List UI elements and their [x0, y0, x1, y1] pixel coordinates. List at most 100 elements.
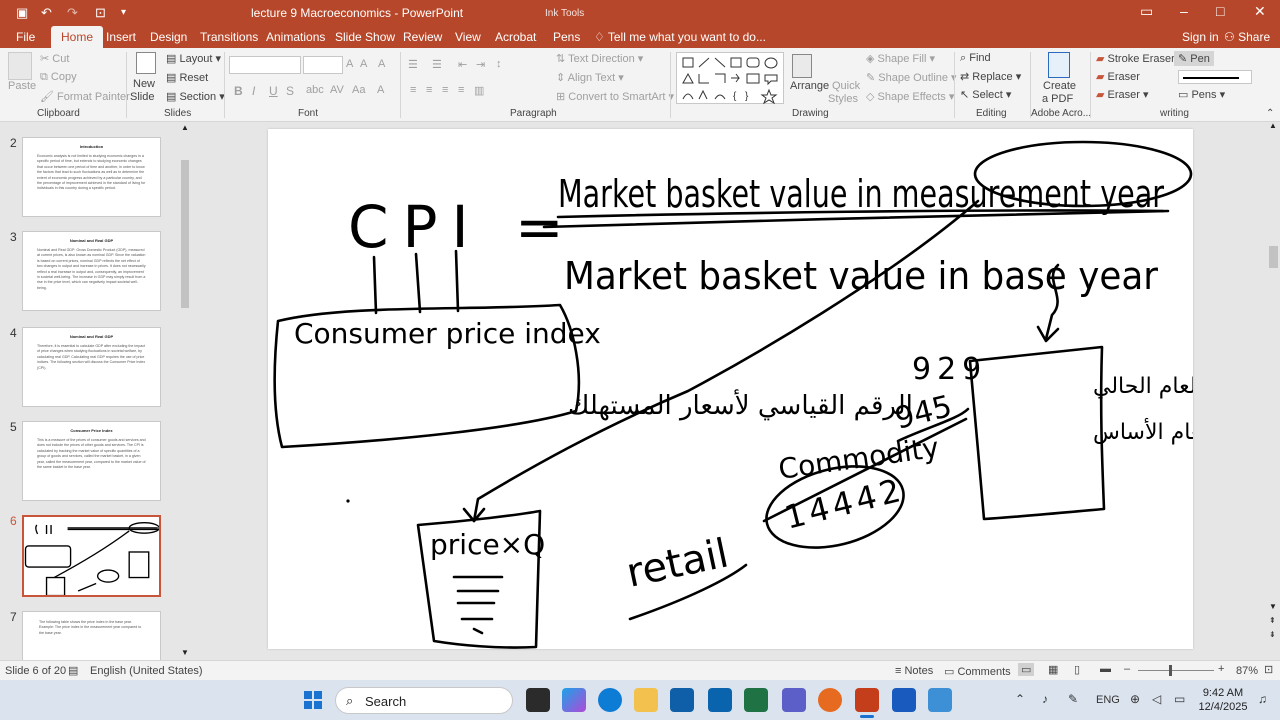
thumbnail-scrollbar[interactable]: ▲ ▼: [179, 123, 191, 660]
customize-toolbar-icon[interactable]: ▾: [121, 4, 126, 22]
tab-home[interactable]: Home: [51, 26, 104, 48]
input-language[interactable]: ENG: [1096, 694, 1120, 706]
slide-thumbnail-2[interactable]: Introduction Economic analysis is not li…: [22, 137, 161, 217]
paste-button[interactable]: Paste: [8, 80, 36, 92]
bullets-icon[interactable]: ☰: [408, 58, 418, 71]
zoom-slider-thumb[interactable]: [1169, 665, 1172, 676]
notification-bell-icon[interactable]: ♫: [1258, 692, 1267, 706]
eraser-button[interactable]: ▰ Eraser: [1096, 70, 1140, 83]
taskbar-search[interactable]: ⌕ Search: [335, 687, 513, 714]
quick-styles-button-2[interactable]: Styles: [828, 93, 858, 105]
next-slide-icon[interactable]: ⇟: [1269, 630, 1276, 639]
find-button[interactable]: ⌕ Find: [960, 52, 991, 65]
tab-acrobat[interactable]: Acrobat: [495, 30, 536, 44]
show-hidden-icons[interactable]: ⌃: [1015, 692, 1025, 706]
char-spacing-icon[interactable]: AV: [330, 84, 344, 96]
editor-scrollbar[interactable]: ▲ ▼ ⇞ ⇟: [1267, 121, 1280, 660]
pen-button[interactable]: ✎ Pen: [1174, 51, 1214, 66]
normal-view-icon[interactable]: ▭: [1018, 663, 1035, 676]
increase-indent-icon[interactable]: ⇥: [476, 58, 485, 71]
tab-slide-show[interactable]: Slide Show: [335, 30, 395, 44]
pen-thickness-select[interactable]: [1178, 70, 1252, 84]
ink-layer[interactable]: CPI = Market basket value in measurement…: [268, 129, 1214, 649]
share-button[interactable]: ⚇ Share: [1224, 30, 1270, 44]
slide-thumbnail-3[interactable]: Nominal and Real GDP Nominal and Real GD…: [22, 231, 161, 311]
close-icon[interactable]: ✕: [1254, 3, 1266, 20]
arrange-icon[interactable]: [792, 54, 812, 78]
outlook-icon[interactable]: [708, 688, 732, 712]
shape-fill-button[interactable]: ◈ Shape Fill ▾: [866, 52, 935, 65]
tab-view[interactable]: View: [455, 30, 481, 44]
fit-slide-icon[interactable]: ⊡: [1264, 663, 1273, 676]
scroll-up-icon[interactable]: ▲: [1269, 121, 1277, 130]
slide-sorter-icon[interactable]: ▦: [1048, 663, 1058, 676]
system-clock[interactable]: 9:42 AM 12/4/2025: [1196, 686, 1250, 714]
language-indicator[interactable]: English (United States): [90, 665, 203, 677]
prev-slide-icon[interactable]: ⇞: [1269, 616, 1276, 625]
create-pdf-icon[interactable]: [1048, 52, 1070, 78]
new-slide-button-2[interactable]: Slide: [130, 91, 154, 103]
align-center-icon[interactable]: ≡: [426, 84, 432, 96]
scroll-thumb[interactable]: [1269, 246, 1278, 268]
clear-formatting-icon[interactable]: A: [378, 58, 385, 70]
decrease-indent-icon[interactable]: ⇤: [458, 58, 467, 71]
format-painter-button[interactable]: 🖌 Format Painter: [40, 90, 130, 103]
spellcheck-icon[interactable]: ▤: [68, 664, 78, 677]
tell-me-search[interactable]: ♢ Tell me what you want to do...: [594, 30, 766, 44]
columns-icon[interactable]: ▥: [474, 84, 484, 97]
slide-thumbnail-4[interactable]: Nominal and Real GDP Therefore, it is es…: [22, 327, 161, 407]
underline-button[interactable]: U: [269, 84, 278, 98]
new-slide-icon[interactable]: [136, 52, 156, 74]
scroll-down-icon[interactable]: ▼: [181, 648, 189, 657]
font-color-icon[interactable]: A: [377, 84, 384, 96]
slide-thumbnail-5[interactable]: Consumer Price Index This is a measure o…: [22, 421, 161, 501]
strikethrough-icon[interactable]: abc: [306, 84, 324, 96]
shape-effects-button[interactable]: ◇ Shape Effects ▾: [866, 90, 954, 103]
file-explorer-icon[interactable]: [634, 688, 658, 712]
zoom-slider[interactable]: [1138, 665, 1214, 676]
slide-thumbnail-7[interactable]: The following table shows the price inde…: [22, 611, 161, 661]
save-icon[interactable]: ▣: [16, 4, 28, 22]
tab-file[interactable]: File: [16, 30, 35, 44]
copilot-icon[interactable]: [562, 688, 586, 712]
windows-start-icon[interactable]: [303, 690, 323, 710]
volume-icon[interactable]: ◁: [1152, 692, 1161, 706]
task-view-icon[interactable]: [526, 688, 550, 712]
microphone-icon[interactable]: ♪: [1042, 692, 1048, 706]
select-button[interactable]: ↖ Select ▾: [960, 88, 1011, 101]
comments-button[interactable]: ▭ Comments: [944, 665, 1011, 678]
scroll-down-icon[interactable]: ▼: [1269, 602, 1277, 611]
firefox-icon[interactable]: [818, 688, 842, 712]
text-direction-button[interactable]: ⇅ Text Direction ▾: [556, 52, 643, 65]
excel-icon[interactable]: [744, 688, 768, 712]
scroll-up-icon[interactable]: ▲: [181, 123, 189, 132]
maximize-icon[interactable]: □: [1216, 3, 1224, 19]
copy-button[interactable]: ⧉ Copy: [40, 71, 77, 84]
replace-button[interactable]: ⇄ Replace ▾: [960, 70, 1021, 83]
shape-outline-button[interactable]: ✎ Shape Outline ▾: [866, 71, 957, 84]
convert-smartart-button[interactable]: ⊞ Convert to SmartArt ▾: [556, 90, 674, 103]
sign-in-link[interactable]: Sign in: [1182, 30, 1219, 44]
store-icon[interactable]: [670, 688, 694, 712]
justify-icon[interactable]: ≡: [458, 84, 464, 96]
powerpoint-icon[interactable]: [855, 688, 879, 712]
eraser-menu-button[interactable]: ▰ Eraser ▾: [1096, 88, 1149, 101]
section-button[interactable]: ▤ Section ▾: [166, 90, 225, 103]
app-icon[interactable]: [928, 688, 952, 712]
font-size-select[interactable]: [303, 56, 343, 74]
stroke-eraser-button[interactable]: ▰ Stroke Eraser: [1096, 52, 1175, 65]
globe-icon[interactable]: ⊕: [1130, 692, 1140, 706]
tab-transitions[interactable]: Transitions: [200, 30, 258, 44]
zoom-level[interactable]: 87%: [1236, 665, 1258, 677]
decrease-font-icon[interactable]: A: [360, 58, 367, 70]
notes-button[interactable]: ≡ Notes: [895, 665, 933, 677]
quick-styles-button[interactable]: Quick: [832, 80, 860, 92]
shapes-gallery[interactable]: {}: [676, 52, 784, 105]
cut-button[interactable]: ✂ Cut: [40, 52, 69, 65]
edge-icon[interactable]: [598, 688, 622, 712]
create-pdf-button-2[interactable]: a PDF: [1042, 93, 1073, 105]
layout-button[interactable]: ▤ Layout ▾: [166, 52, 221, 65]
italic-button[interactable]: I: [252, 84, 255, 98]
align-right-icon[interactable]: ≡: [442, 84, 448, 96]
new-slide-button[interactable]: New: [133, 78, 155, 90]
